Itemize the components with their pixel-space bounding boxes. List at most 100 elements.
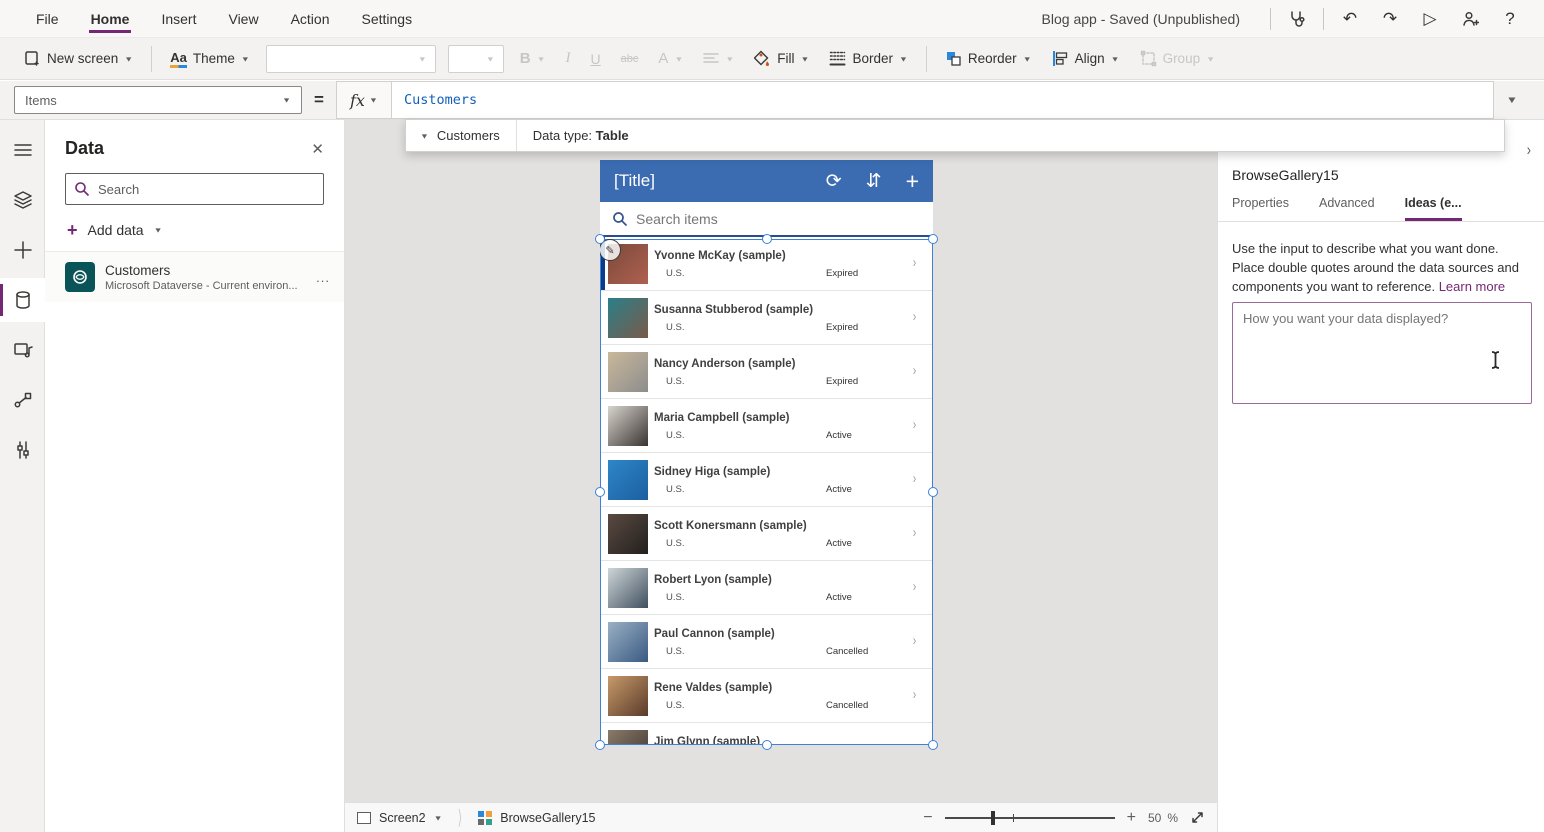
- reorder-button[interactable]: Reorder▼: [935, 43, 1042, 75]
- screen-selector[interactable]: Screen2 ▼: [357, 811, 442, 825]
- chevron-right-icon[interactable]: ›: [913, 362, 917, 379]
- gallery-row[interactable]: Rene Valdes (sample) U.S. Cancelled ›: [600, 669, 933, 723]
- help-icon[interactable]: ?: [1490, 0, 1530, 37]
- chevron-right-icon[interactable]: ›: [913, 632, 917, 649]
- new-screen-button[interactable]: New screen▼: [14, 43, 143, 75]
- tab-advanced[interactable]: Advanced: [1319, 196, 1375, 221]
- font-color-button[interactable]: A▼: [648, 43, 693, 75]
- tab-properties[interactable]: Properties: [1232, 196, 1289, 221]
- preview-play-icon[interactable]: ▷: [1410, 0, 1450, 37]
- zoom-slider[interactable]: [945, 817, 1115, 819]
- gallery-row[interactable]: Robert Lyon (sample) U.S. Active ›: [600, 561, 933, 615]
- formula-expand-chevron-icon[interactable]: ▼: [1494, 93, 1530, 107]
- resize-handle[interactable]: [762, 234, 772, 244]
- group-button[interactable]: Group▼: [1130, 43, 1225, 75]
- breadcrumb-separator: ⟩: [458, 805, 463, 830]
- gallery-row[interactable]: Sidney Higa (sample) U.S. Active ›: [600, 453, 933, 507]
- menu-file[interactable]: File: [24, 0, 71, 37]
- breadcrumb-control[interactable]: BrowseGallery15: [478, 811, 595, 825]
- gallery-search-bar[interactable]: [600, 202, 933, 237]
- chevron-right-icon[interactable]: ›: [913, 308, 917, 325]
- menu-settings[interactable]: Settings: [350, 0, 425, 37]
- customer-name: Robert Lyon (sample): [654, 574, 772, 586]
- resize-handle[interactable]: [595, 740, 605, 750]
- share-person-icon[interactable]: [1450, 0, 1490, 37]
- data-sources-icon[interactable]: [0, 278, 45, 322]
- canvas-area[interactable]: [Title] ⟳ ⇵ + ✎ Yvonne McKay (sample) U.…: [345, 120, 1217, 802]
- media-icon[interactable]: [0, 328, 45, 372]
- app-checker-icon[interactable]: [1277, 0, 1317, 37]
- resize-handle[interactable]: [928, 234, 938, 244]
- font-size-select[interactable]: ▼: [448, 45, 504, 73]
- hamburger-menu-icon[interactable]: [0, 128, 45, 172]
- add-data-button[interactable]: + Add data ▼: [45, 215, 344, 251]
- zoom-out-icon[interactable]: −: [923, 809, 932, 827]
- fill-button[interactable]: Fill▼: [744, 43, 819, 75]
- menu-view[interactable]: View: [216, 0, 270, 37]
- resize-handle[interactable]: [928, 487, 938, 497]
- chevron-right-icon[interactable]: ›: [913, 524, 917, 541]
- avatar: [608, 406, 648, 446]
- refresh-icon[interactable]: ⟳: [826, 172, 842, 191]
- menu-home[interactable]: Home: [79, 0, 142, 37]
- customer-region: U.S.: [666, 592, 684, 603]
- ideas-input[interactable]: [1232, 302, 1532, 404]
- gallery-row[interactable]: ✎ Yvonne McKay (sample) U.S. Expired ›: [600, 237, 933, 291]
- resize-handle[interactable]: [928, 740, 938, 750]
- chevron-right-icon[interactable]: ›: [913, 686, 917, 703]
- app-screen[interactable]: [Title] ⟳ ⇵ + ✎ Yvonne McKay (sample) U.…: [600, 160, 933, 745]
- close-icon[interactable]: ✕: [311, 140, 324, 158]
- text-align-button[interactable]: ▼: [693, 43, 744, 75]
- chevron-right-icon[interactable]: ›: [913, 254, 917, 271]
- chevron-right-icon[interactable]: ›: [913, 416, 917, 433]
- underline-button[interactable]: U: [581, 43, 611, 75]
- strikethrough-button[interactable]: abc: [611, 43, 649, 75]
- tab-ideas[interactable]: Ideas (e...: [1405, 196, 1462, 221]
- resize-handle[interactable]: [595, 487, 605, 497]
- gallery-row[interactable]: Susanna Stubberod (sample) U.S. Expired …: [600, 291, 933, 345]
- data-search-input[interactable]: [98, 182, 315, 197]
- collapse-panel-chevron-icon[interactable]: ›: [1527, 140, 1531, 160]
- gallery-search-input[interactable]: [636, 211, 921, 227]
- border-button[interactable]: Border▼: [819, 43, 917, 75]
- fit-to-window-icon[interactable]: [1190, 810, 1205, 825]
- insert-plus-icon[interactable]: [0, 228, 45, 272]
- zoom-slider-thumb[interactable]: [991, 811, 995, 825]
- italic-button[interactable]: I: [556, 43, 581, 75]
- undo-icon[interactable]: ↶: [1330, 0, 1370, 37]
- gallery-row[interactable]: Paul Cannon (sample) U.S. Cancelled ›: [600, 615, 933, 669]
- chevron-right-icon[interactable]: ›: [913, 578, 917, 595]
- font-family-select[interactable]: ▼: [266, 45, 436, 73]
- resize-handle[interactable]: [595, 234, 605, 244]
- fx-dropdown[interactable]: fx▼: [336, 81, 392, 119]
- bold-button[interactable]: B▼: [510, 43, 556, 75]
- chevron-right-icon[interactable]: ›: [913, 470, 917, 487]
- customer-name: Nancy Anderson (sample): [654, 358, 795, 370]
- data-source-item[interactable]: Customers Microsoft Dataverse - Current …: [45, 251, 344, 302]
- formula-input[interactable]: Customers: [392, 81, 1494, 119]
- avatar: [608, 352, 648, 392]
- redo-icon[interactable]: ↷: [1370, 0, 1410, 37]
- power-automate-icon[interactable]: [0, 378, 45, 422]
- learn-more-link[interactable]: Learn more: [1439, 279, 1505, 294]
- gallery-row[interactable]: Scott Konersmann (sample) U.S. Active ›: [600, 507, 933, 561]
- menu-action[interactable]: Action: [279, 0, 342, 37]
- property-select[interactable]: Items▼: [14, 86, 302, 114]
- advanced-tools-icon[interactable]: [0, 428, 45, 472]
- more-options-icon[interactable]: ...: [316, 270, 330, 285]
- chevron-right-icon[interactable]: ›: [913, 740, 917, 745]
- align-button[interactable]: Align▼: [1042, 43, 1130, 75]
- theme-button[interactable]: Aa Theme▼: [160, 43, 260, 75]
- sort-icon[interactable]: ⇵: [866, 172, 882, 191]
- gallery-row[interactable]: Nancy Anderson (sample) U.S. Expired ›: [600, 345, 933, 399]
- gallery-row[interactable]: Maria Campbell (sample) U.S. Active ›: [600, 399, 933, 453]
- zoom-in-icon[interactable]: +: [1127, 809, 1136, 827]
- intellisense-item[interactable]: Customers: [437, 128, 516, 143]
- resize-handle[interactable]: [762, 740, 772, 750]
- menu-insert[interactable]: Insert: [149, 0, 208, 37]
- tree-view-icon[interactable]: [0, 178, 45, 222]
- data-search-box[interactable]: [65, 173, 324, 205]
- add-item-icon[interactable]: +: [906, 170, 919, 193]
- chevron-down-icon[interactable]: ▼: [420, 132, 429, 140]
- dataverse-icon: [65, 262, 95, 292]
